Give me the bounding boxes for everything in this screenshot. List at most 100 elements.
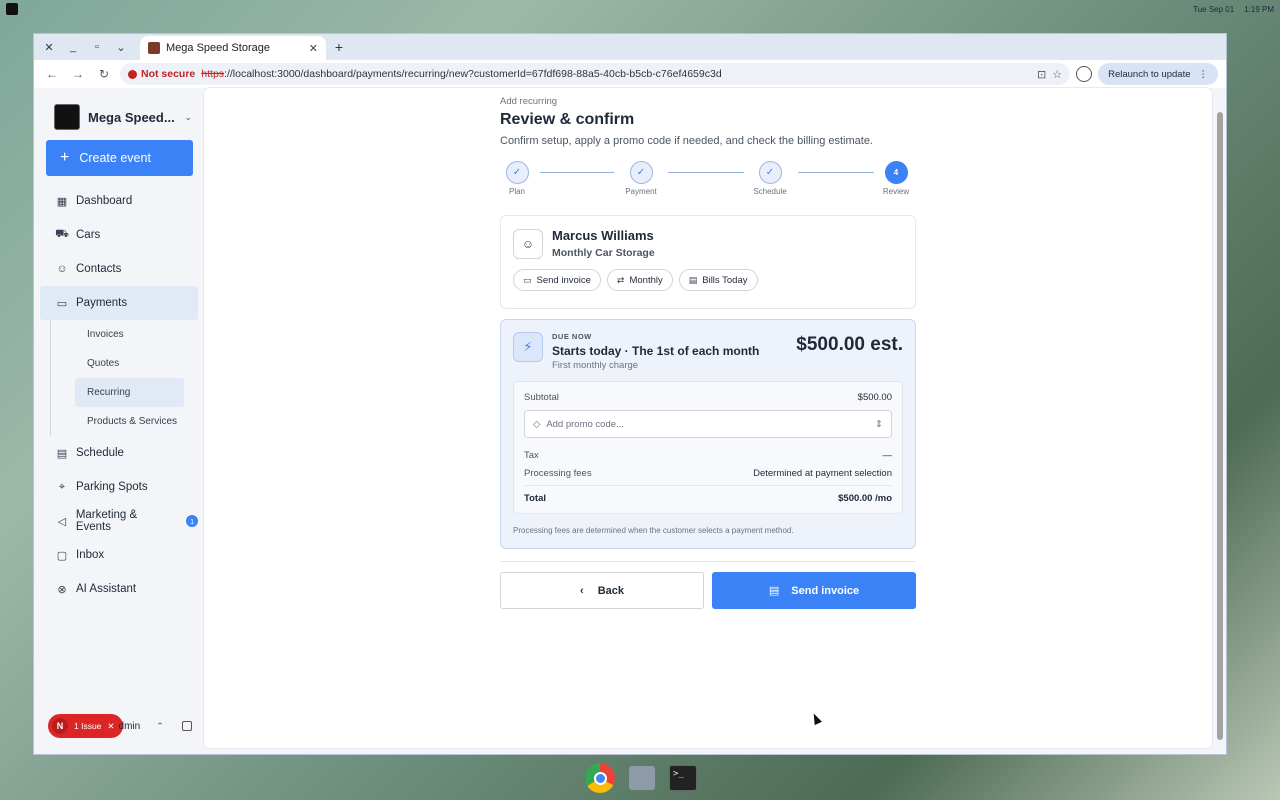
- chip-label: Send invoice: [536, 274, 591, 286]
- tag-icon: ◇: [533, 418, 541, 430]
- bookmark-star-icon[interactable]: ☆: [1052, 68, 1062, 81]
- install-app-icon[interactable]: ⊡: [1037, 68, 1046, 81]
- close-window-icon[interactable]: ✕: [38, 36, 60, 58]
- sidebar-item-payments[interactable]: ▭ Payments: [40, 286, 198, 320]
- sidebar-subitem-recurring[interactable]: Recurring: [75, 378, 184, 407]
- payments-submenu: Invoices Quotes Recurring Products & Ser…: [50, 320, 204, 436]
- billing-summary: Subtotal $500.00 ◇ Add promo code... ⇕ T…: [513, 381, 903, 514]
- relaunch-label: Relaunch to update: [1108, 68, 1191, 80]
- profile-icon[interactable]: [1076, 66, 1093, 82]
- fees-row: Processing fees Determined at payment se…: [524, 464, 892, 482]
- relaunch-button[interactable]: Relaunch to update ⋮: [1098, 63, 1218, 85]
- scroll-thumb[interactable]: [1217, 112, 1223, 740]
- fees-footnote: Processing fees are determined when the …: [513, 526, 794, 535]
- inbox-icon: ▢: [56, 549, 68, 562]
- back-button[interactable]: ‹ Back: [500, 572, 704, 609]
- address-bar: ← → ↻ Not secure https://localhost:3000/…: [34, 60, 1226, 88]
- chevron-up-icon[interactable]: ⌃: [156, 721, 164, 732]
- sidebar-item-parking-spots[interactable]: ⌖ Parking Spots: [40, 470, 198, 504]
- browser-window: ✕ _ ▫ ⌄ Mega Speed Storage ✕ + ← → ↻ Not…: [33, 33, 1227, 755]
- send-invoice-button[interactable]: ▤ Send invoice: [712, 572, 916, 609]
- browser-tab[interactable]: Mega Speed Storage ✕: [140, 36, 326, 60]
- sidebar-item-label: Parking Spots: [76, 481, 148, 493]
- step-connector: [540, 172, 614, 173]
- chip-send-invoice: ▭ Send invoice: [513, 269, 601, 291]
- sidebar-item-inbox[interactable]: ▢ Inbox: [40, 538, 198, 572]
- workspace-switcher[interactable]: Mega Speed... ⌄: [34, 102, 204, 132]
- fees-label: Processing fees: [524, 467, 592, 479]
- ai-icon: ⊗: [57, 583, 67, 596]
- promo-placeholder: Add promo code...: [546, 418, 624, 430]
- promo-code-select[interactable]: ◇ Add promo code... ⇕: [524, 410, 892, 438]
- close-icon[interactable]: ✕: [107, 721, 114, 732]
- step-payment[interactable]: ✓ Payment: [616, 161, 666, 196]
- sidebar-item-contacts[interactable]: ☺ Contacts: [40, 252, 198, 286]
- step-review[interactable]: 4 Review: [871, 161, 921, 196]
- form-actions: ‹ Back ▤ Send invoice: [500, 572, 916, 609]
- main-panel: Add recurring Review & confirm Confirm s…: [204, 88, 1212, 748]
- sidebar-item-label: Marketing & Events: [75, 509, 138, 533]
- due-title: Starts today · The 1st of each month: [552, 344, 760, 358]
- sidebar-item-label: Cars: [76, 229, 101, 241]
- sidebar-item-dashboard[interactable]: ▦ Dashboard: [40, 184, 198, 218]
- url-scheme: https: [201, 68, 225, 80]
- reload-icon[interactable]: ↻: [94, 64, 114, 84]
- terminal-app-icon[interactable]: >_: [669, 765, 697, 791]
- lightning-icon: ⚡: [513, 332, 543, 362]
- check-icon: ✓: [629, 161, 653, 184]
- sidebar-subitem-products[interactable]: Products & Services: [75, 407, 184, 436]
- page-subtitle: Confirm setup, apply a promo code if nee…: [500, 135, 873, 147]
- os-clock[interactable]: Tue Sep 01 1:19 PM: [1193, 5, 1274, 14]
- brand-name: Mega Speed...: [88, 109, 175, 125]
- sidebar-item-label: Inbox: [76, 549, 105, 561]
- sidebar-subitem-invoices[interactable]: Invoices: [75, 320, 184, 349]
- sidebar-item-marketing[interactable]: ◁ Marketing & Events 1: [40, 504, 198, 538]
- contacts-icon: ☺: [56, 263, 68, 275]
- sidebar-item-cars[interactable]: ⛟ Cars: [40, 218, 198, 252]
- step-plan[interactable]: ✓ Plan: [492, 161, 542, 196]
- user-name[interactable]: dmin: [119, 721, 141, 732]
- step-schedule[interactable]: ✓ Schedule: [745, 161, 795, 196]
- breadcrumb: Add recurring: [500, 96, 558, 107]
- step-connector: [668, 172, 744, 173]
- check-icon: ✓: [758, 161, 782, 184]
- new-tab-icon[interactable]: +: [328, 39, 350, 55]
- os-logo-icon[interactable]: [6, 3, 18, 15]
- tab-close-icon[interactable]: ✕: [309, 42, 318, 55]
- favicon-icon: [148, 42, 160, 54]
- os-date: Tue Sep 01: [1193, 4, 1235, 14]
- total-row: Total $500.00 /mo: [524, 485, 892, 507]
- sidebar-item-ai-assistant[interactable]: ⊗ AI Assistant: [40, 572, 198, 606]
- tab-search-icon[interactable]: ⌄: [110, 36, 132, 58]
- sidebar-item-label: Schedule: [76, 447, 124, 459]
- due-label: DUE NOW: [552, 332, 592, 341]
- sidebar-item-schedule[interactable]: ▤ Schedule: [40, 436, 198, 470]
- page-scrollbar[interactable]: [1216, 90, 1224, 752]
- check-icon: ✓: [505, 161, 529, 184]
- calendar-icon: ▤: [56, 447, 68, 460]
- maximize-window-icon[interactable]: ▫: [86, 36, 108, 58]
- create-event-button[interactable]: + Create event: [46, 140, 193, 176]
- create-event-label: Create event: [79, 151, 151, 165]
- chip-monthly: ⇄ Monthly: [606, 269, 673, 291]
- files-app-icon[interactable]: [629, 766, 655, 790]
- issue-logo: N: [52, 718, 68, 734]
- step-label: Plan: [508, 187, 525, 196]
- sidebar-item-label: Payments: [76, 297, 128, 309]
- not-secure-indicator[interactable]: Not secure: [128, 68, 195, 80]
- url-input[interactable]: Not secure https://localhost:3000/dashbo…: [120, 63, 1071, 85]
- due-description: First monthly charge: [552, 360, 639, 371]
- more-menu-icon[interactable]: ⋮: [1199, 69, 1209, 80]
- minimize-window-icon[interactable]: _: [62, 36, 84, 58]
- sidebar-toggle-icon[interactable]: [181, 721, 192, 731]
- os-time: 1:19 PM: [1244, 4, 1274, 14]
- back-arrow-icon[interactable]: ←: [42, 64, 62, 84]
- document-icon: ▤: [768, 585, 780, 597]
- review-form: Add recurring Review & confirm Confirm s…: [500, 96, 916, 609]
- issues-indicator[interactable]: N 1 Issue ✕: [48, 714, 123, 738]
- forward-arrow-icon[interactable]: →: [68, 64, 88, 84]
- tab-strip: ✕ _ ▫ ⌄ Mega Speed Storage ✕ +: [34, 34, 1226, 60]
- issue-label: 1 Issue: [74, 721, 102, 731]
- sidebar-subitem-quotes[interactable]: Quotes: [75, 349, 184, 378]
- chrome-app-icon[interactable]: [585, 763, 615, 793]
